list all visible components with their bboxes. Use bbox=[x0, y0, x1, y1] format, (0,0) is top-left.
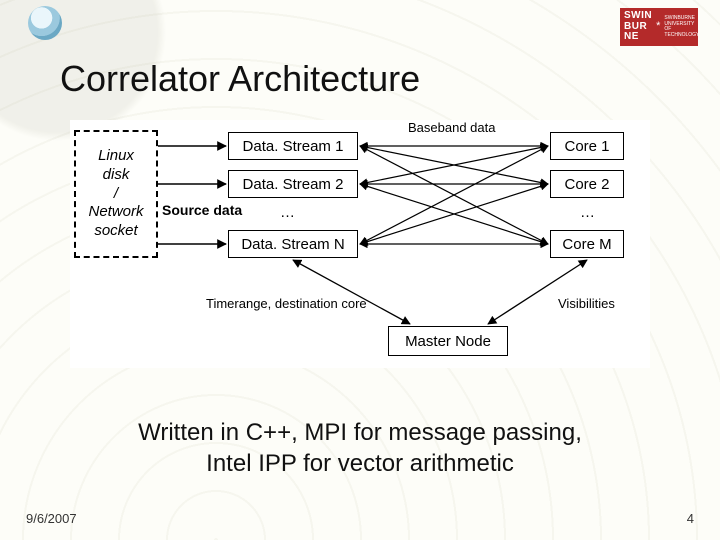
caption: Written in C++, MPI for message passing,… bbox=[0, 418, 720, 479]
top-bar: SWIN BUR NE * SWINBURNE UNIVERSITY OF TE… bbox=[0, 4, 720, 50]
logo-text-3: NE bbox=[624, 32, 652, 43]
datastream-dots: … bbox=[280, 204, 295, 221]
core-1-box: Core 1 bbox=[550, 132, 624, 160]
datastream-1-box: Data. Stream 1 bbox=[228, 132, 358, 160]
source-line-2: disk bbox=[103, 166, 130, 185]
source-data-label: Source data bbox=[162, 202, 222, 218]
footer-date: 9/6/2007 bbox=[26, 511, 77, 526]
slide: SWIN BUR NE * SWINBURNE UNIVERSITY OF TE… bbox=[0, 0, 720, 540]
datastream-n-box: Data. Stream N bbox=[228, 230, 358, 258]
footer-page-number: 4 bbox=[687, 511, 694, 526]
core-m-box: Core M bbox=[550, 230, 624, 258]
globe-icon bbox=[28, 6, 62, 40]
timerange-label: Timerange, destination core bbox=[206, 296, 367, 311]
master-node-box: Master Node bbox=[388, 326, 508, 356]
source-line-3: / bbox=[114, 185, 118, 204]
star-icon: * bbox=[652, 21, 664, 33]
caption-line-1: Written in C++, MPI for message passing, bbox=[0, 418, 720, 449]
university-logo: SWIN BUR NE * SWINBURNE UNIVERSITY OF TE… bbox=[620, 8, 698, 46]
logo-sub-2: UNIVERSITY OF bbox=[664, 22, 699, 33]
core-2-box: Core 2 bbox=[550, 170, 624, 198]
caption-line-2: Intel IPP for vector arithmetic bbox=[0, 449, 720, 480]
source-line-4: Network bbox=[88, 203, 143, 222]
source-line-5: socket bbox=[94, 222, 137, 241]
source-line-1: Linux bbox=[98, 147, 134, 166]
baseband-label: Baseband data bbox=[408, 120, 495, 135]
slide-title: Correlator Architecture bbox=[60, 58, 420, 100]
core-dots: … bbox=[580, 204, 595, 221]
source-box: Linux disk / Network socket bbox=[74, 130, 158, 258]
architecture-diagram: Linux disk / Network socket Source data … bbox=[70, 120, 650, 368]
logo-sub-3: TECHNOLOGY bbox=[664, 33, 699, 39]
datastream-2-box: Data. Stream 2 bbox=[228, 170, 358, 198]
visibilities-label: Visibilities bbox=[558, 296, 615, 311]
